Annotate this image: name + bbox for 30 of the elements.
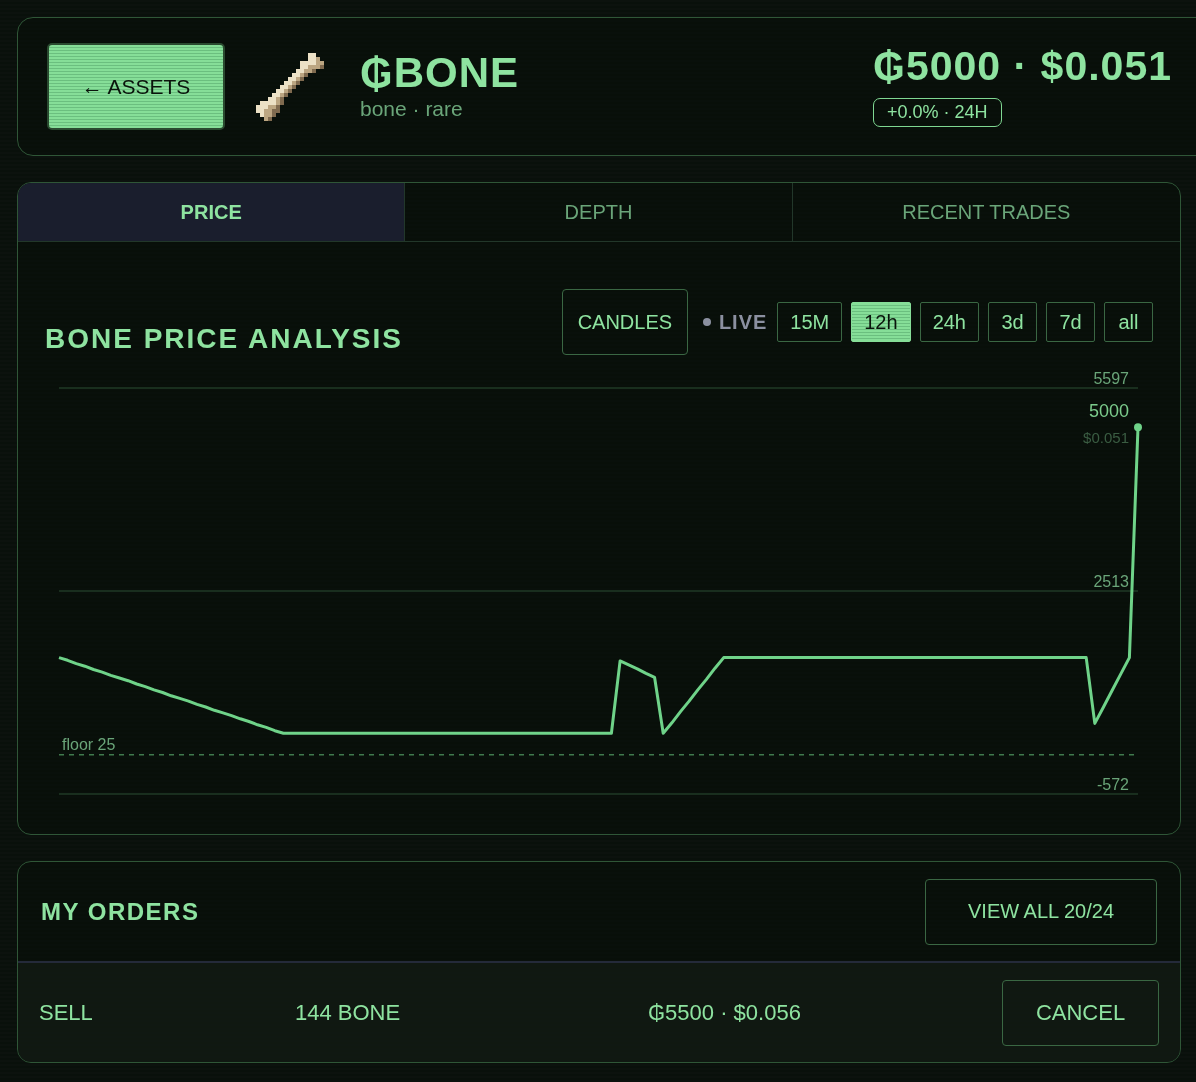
orders-title: MY ORDERS: [41, 897, 200, 926]
candles-button[interactable]: CANDLES: [561, 289, 688, 355]
order-amount: 144 BONE: [295, 999, 401, 1026]
panel-title: BONE PRICE ANALYSIS: [45, 323, 403, 355]
end-point-dot: [1134, 423, 1142, 432]
order-price: ₲5500 · $0.056: [648, 999, 801, 1026]
token-subtitle: bone · rare: [360, 97, 464, 121]
tab[interactable]: PRICE: [18, 183, 406, 241]
timeframe-button[interactable]: 24h: [919, 302, 979, 342]
y-tick-label: -572: [1096, 776, 1129, 793]
cancel-button[interactable]: CANCEL: [1002, 979, 1159, 1046]
back-button[interactable]: ← ASSETS: [47, 43, 225, 130]
last-price-label: 5000: [1088, 401, 1129, 422]
y-tick-label: 2513: [1093, 572, 1129, 590]
view-all-button[interactable]: VIEW ALL 20/24: [925, 878, 1157, 945]
last-usd-label: $0.051: [1083, 429, 1129, 447]
change-badge: +0.0% · 24H: [873, 98, 1002, 127]
price-text: ₲5000 · $0.051: [873, 46, 1172, 87]
timeframe-button[interactable]: 15M: [777, 302, 843, 342]
timeframe-button[interactable]: 12h: [851, 302, 911, 342]
live-label: LIVE: [718, 310, 768, 334]
token-symbol: ₲BONE: [360, 52, 519, 95]
floor-label: floor 25: [62, 735, 116, 753]
timeframe-button[interactable]: 3d: [988, 302, 1037, 342]
tab[interactable]: RECENT TRADES: [792, 183, 1180, 241]
order-side: SELL: [39, 999, 93, 1026]
y-tick-label: 5597: [1093, 370, 1129, 387]
timeframe-button[interactable]: 7d: [1046, 302, 1095, 342]
tab[interactable]: DEPTH: [405, 183, 793, 241]
timeframe-button[interactable]: all: [1104, 302, 1153, 342]
